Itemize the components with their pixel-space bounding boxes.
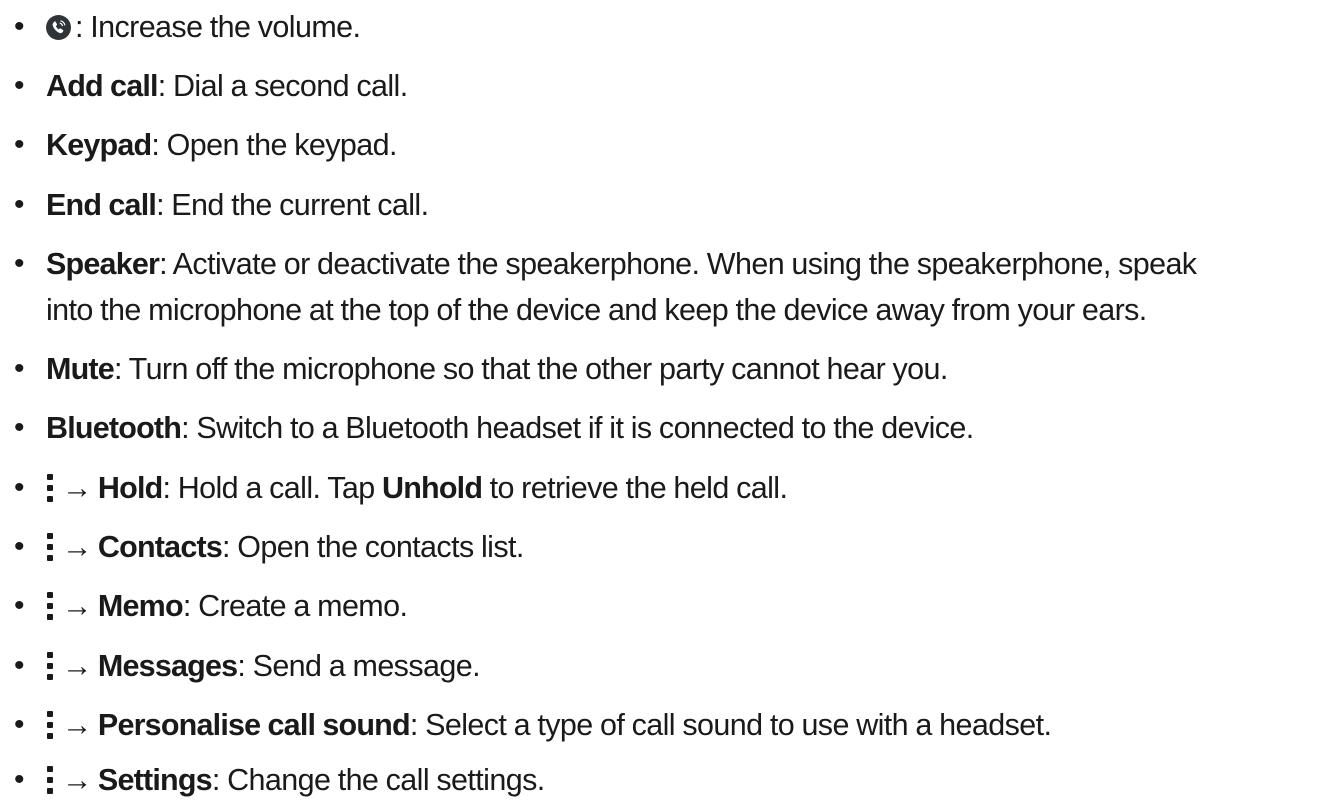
item-content: Bluetooth: Switch to a Bluetooth headset…	[46, 405, 1328, 451]
item-content: → Settings: Change the call settings.	[46, 757, 1328, 803]
item-label: Speaker	[46, 247, 160, 281]
item-desc: : Open the keypad.	[151, 128, 397, 162]
item-label: Settings	[97, 763, 213, 797]
arrow-icon: →	[62, 530, 93, 564]
item-label: Bluetooth	[46, 411, 182, 445]
item-desc: : Switch to a Bluetooth headset if it is…	[181, 411, 974, 445]
bullet: •	[14, 128, 25, 161]
call-options-list: • : Increase the volume. • Add call: Dia…	[0, 0, 1336, 803]
item-desc: : Open the contacts list.	[222, 530, 524, 564]
item-content: → Contacts: Open the contacts list.	[46, 524, 1328, 570]
item-desc: : Select a type of call sound to use wit…	[409, 708, 1052, 742]
item-desc: : End the current call.	[156, 188, 429, 222]
bullet: •	[14, 763, 25, 796]
arrow-icon: →	[62, 763, 93, 797]
item-desc: : Dial a second call.	[157, 69, 408, 103]
more-options-icon	[46, 652, 54, 682]
bullet: •	[14, 589, 25, 622]
item-content: Keypad: Open the keypad.	[46, 122, 1328, 168]
item-desc: : Change the call settings.	[211, 763, 545, 797]
item-label: Mute	[46, 352, 115, 386]
bullet: •	[14, 10, 25, 43]
bullet: •	[14, 411, 25, 444]
item-label: Hold	[97, 471, 163, 505]
item-label: Personalise call sound	[97, 708, 411, 742]
item-content: → Hold: Hold a call. Tap Unhold to retrie…	[46, 465, 1328, 511]
arrow-icon: →	[62, 708, 93, 742]
item-desc-2: to retrieve the held call.	[482, 471, 788, 505]
item-label: End call	[46, 188, 157, 222]
bullet: •	[14, 471, 25, 504]
item-content: → Messages: Send a message.	[46, 643, 1328, 689]
item-label: Add call	[46, 69, 159, 103]
item-label: Contacts	[97, 530, 223, 564]
bullet: •	[14, 247, 25, 280]
item-content: Add call: Dial a second call.	[46, 63, 1328, 109]
item-desc: : Turn off the microphone so that the ot…	[113, 352, 948, 386]
item-content: → Memo: Create a memo.	[46, 583, 1328, 629]
more-options-icon	[46, 592, 54, 622]
more-options-icon	[46, 766, 54, 796]
arrow-icon: →	[62, 589, 93, 623]
more-options-icon	[46, 474, 54, 504]
item-label: Memo	[97, 589, 184, 623]
item-content: Speaker: Activate or deactivate the spea…	[46, 241, 1328, 333]
item-content: → Personalise call sound: Select a type o…	[46, 702, 1328, 748]
item-label-unhold: Unhold	[381, 471, 483, 505]
bullet: •	[14, 530, 25, 563]
bullet: •	[14, 708, 25, 741]
bullet: •	[14, 188, 25, 221]
item-content: End call: End the current call.	[46, 182, 1328, 228]
bullet: •	[14, 69, 25, 102]
bullet: •	[14, 649, 25, 682]
more-options-icon	[46, 711, 54, 741]
item-desc: : Create a memo.	[182, 589, 408, 623]
bullet: •	[14, 352, 25, 385]
item-desc: : Increase the volume.	[75, 10, 361, 44]
item-desc-line2: into the microphone at the top of the de…	[46, 293, 1147, 327]
item-label: Messages	[97, 649, 238, 683]
item-desc: : Send a message.	[237, 649, 480, 683]
arrow-icon: →	[62, 649, 93, 683]
arrow-icon: →	[62, 471, 93, 505]
more-options-icon	[46, 533, 54, 563]
item-content: : Increase the volume.	[46, 4, 1328, 50]
item-desc: : Hold a call. Tap	[162, 471, 382, 505]
volume-call-icon	[46, 15, 71, 40]
item-label: Keypad	[46, 128, 152, 162]
item-desc: : Activate or deactivate the speakerphon…	[159, 247, 1197, 281]
item-content: Mute: Turn off the microphone so that th…	[46, 346, 1328, 392]
